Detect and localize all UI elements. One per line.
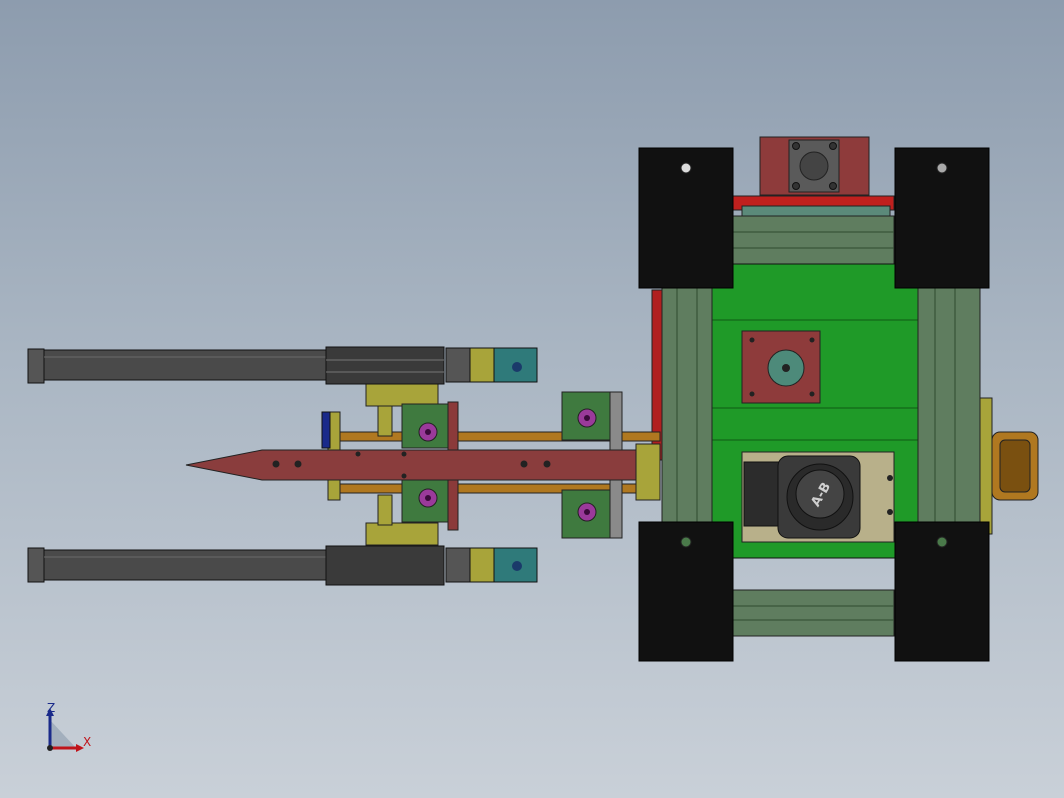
- cylinder-upper-body: [325, 346, 445, 385]
- cylinder-lower: [27, 545, 538, 586]
- bottom-cross-rail: [731, 589, 895, 637]
- cad-viewport[interactable]: A-B Z X: [0, 0, 1064, 798]
- z-axis-label: Z: [47, 701, 55, 715]
- right-side-bracket: [979, 397, 993, 535]
- right-vertical-rail: [917, 287, 981, 525]
- servo-connector: [743, 461, 783, 527]
- robot-assembly-drawing: A-B Z X: [27, 136, 1039, 752]
- drill-arm: [185, 383, 661, 546]
- blue-end-cap: [321, 411, 331, 449]
- cylinder-lower-barrel: [43, 549, 329, 581]
- cylinder-lower-body: [325, 545, 445, 586]
- cylinder-upper: [27, 346, 538, 385]
- top-cross-rail: [731, 215, 895, 265]
- top-motor-shaft: [799, 151, 829, 181]
- orientation-triad: Z X: [46, 701, 91, 752]
- x-axis-label: X: [83, 735, 91, 749]
- drill-bit: [185, 449, 637, 481]
- chassis: A-B: [638, 136, 1039, 662]
- left-vertical-rail: [661, 287, 713, 525]
- cylinder-upper-barrel: [43, 349, 329, 381]
